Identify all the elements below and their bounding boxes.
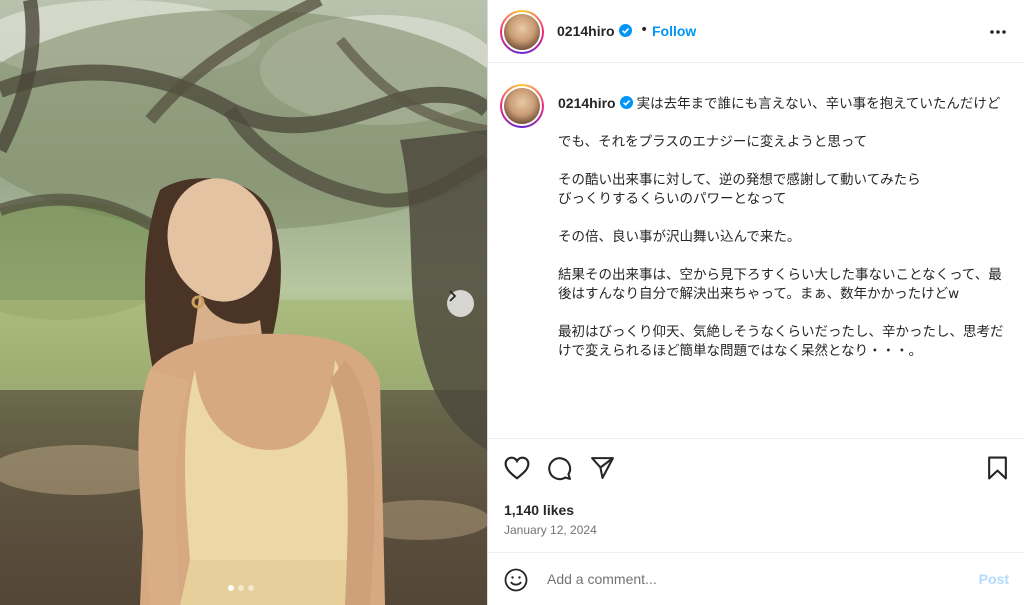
- comment-bar: Post: [488, 552, 1024, 605]
- heart-icon[interactable]: [504, 456, 530, 480]
- emoji-icon[interactable]: [504, 568, 528, 592]
- verified-badge-icon: [619, 96, 633, 109]
- post-date[interactable]: January 12, 2024: [504, 523, 597, 537]
- post-header: 0214hiro • Follow: [488, 0, 1024, 63]
- send-icon[interactable]: [590, 456, 615, 480]
- verified-badge-icon: [619, 24, 632, 37]
- caption-area: 0214hiro 実は去年まで誰にも言えない、辛い事を抱えていたんだけど でも、そ…: [488, 64, 1024, 438]
- action-bar: 1,140 likes January 12, 2024 Post: [488, 438, 1024, 605]
- caption-text: 0214hiro 実は去年まで誰にも言えない、辛い事を抱えていたんだけど でも、そ…: [558, 94, 1013, 361]
- header-username[interactable]: 0214hiro: [557, 23, 615, 39]
- more-horizontal-icon[interactable]: [989, 22, 1007, 40]
- post-details-panel: 0214hiro • Follow 0214hiro 実は去年まで誰にも言えない、…: [487, 0, 1024, 605]
- likes-count[interactable]: 1,140 likes: [504, 502, 574, 518]
- post-photo[interactable]: [0, 0, 487, 605]
- carousel-next-button[interactable]: [447, 290, 474, 317]
- carousel-dot: [228, 585, 234, 591]
- carousel-dots: [228, 585, 254, 591]
- bookmark-icon[interactable]: [987, 456, 1008, 480]
- carousel-dot: [248, 585, 254, 591]
- separator-dot: •: [640, 22, 649, 38]
- avatar[interactable]: [500, 10, 544, 54]
- caption-username[interactable]: 0214hiro: [558, 95, 616, 111]
- post-comment-button[interactable]: Post: [979, 571, 1009, 587]
- follow-button[interactable]: Follow: [652, 23, 696, 39]
- chevron-right-icon: [449, 290, 457, 302]
- comment-input[interactable]: [547, 568, 947, 590]
- carousel-dot: [238, 585, 244, 591]
- photo-illustration: [0, 0, 487, 605]
- avatar[interactable]: [500, 84, 544, 128]
- comment-icon[interactable]: [547, 456, 572, 481]
- caption-body: 実は去年まで誰にも言えない、辛い事を抱えていたんだけど でも、それをプラスのエナ…: [558, 96, 1004, 359]
